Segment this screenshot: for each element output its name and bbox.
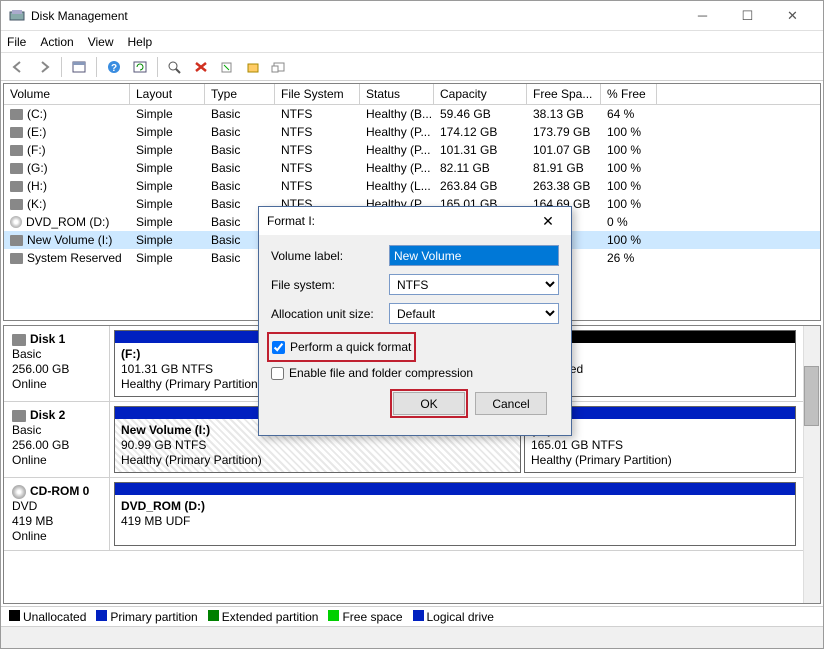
volume-row[interactable]: (F:)SimpleBasicNTFSHealthy (P...101.31 G… — [4, 141, 820, 159]
menubar: File Action View Help — [1, 31, 823, 53]
ok-button[interactable]: OK — [393, 392, 465, 415]
show-hide-button[interactable] — [68, 56, 90, 78]
help-button[interactable]: ? — [103, 56, 125, 78]
statusbar — [1, 626, 823, 648]
column-filesystem[interactable]: File System — [275, 84, 360, 104]
back-button[interactable] — [7, 56, 29, 78]
column-type[interactable]: Type — [205, 84, 275, 104]
menu-action[interactable]: Action — [40, 35, 73, 49]
legend-item: Free space — [328, 610, 402, 624]
dialog-title: Format I: — [267, 214, 533, 228]
highlight-quick-format: Perform a quick format — [267, 332, 416, 362]
menu-help[interactable]: Help — [128, 35, 153, 49]
allocation-unit-label: Allocation unit size: — [271, 307, 389, 321]
explore-button[interactable] — [164, 56, 186, 78]
volume-row[interactable]: (G:)SimpleBasicNTFSHealthy (P...82.11 GB… — [4, 159, 820, 177]
disk-icon — [12, 410, 26, 422]
svg-text:?: ? — [111, 63, 117, 74]
column-pctfree[interactable]: % Free — [601, 84, 657, 104]
dialog-titlebar: Format I: ✕ — [259, 207, 571, 235]
titlebar: Disk Management ─ ☐ ✕ — [1, 1, 823, 31]
tool-button-2[interactable] — [268, 56, 290, 78]
column-capacity[interactable]: Capacity — [434, 84, 527, 104]
volume-row[interactable]: (H:)SimpleBasicNTFSHealthy (L...263.84 G… — [4, 177, 820, 195]
delete-button[interactable] — [190, 56, 212, 78]
compression-label: Enable file and folder compression — [289, 366, 473, 380]
format-dialog: Format I: ✕ Volume label: File system: N… — [258, 206, 572, 436]
hdd-icon — [10, 199, 23, 210]
volume-list-header: Volume Layout Type File System Status Ca… — [4, 84, 820, 105]
cd-icon — [12, 485, 26, 499]
legend: Unallocated Primary partition Extended par… — [1, 606, 823, 626]
dialog-close-button[interactable]: ✕ — [533, 209, 563, 233]
forward-button[interactable] — [33, 56, 55, 78]
volume-row[interactable]: (C:)SimpleBasicNTFSHealthy (B...59.46 GB… — [4, 105, 820, 123]
toolbar: ? — [1, 53, 823, 81]
hdd-icon — [10, 181, 23, 192]
filesystem-select[interactable]: NTFS — [389, 274, 559, 295]
menu-file[interactable]: File — [7, 35, 26, 49]
properties-button[interactable] — [216, 56, 238, 78]
volume-label-label: Volume label: — [271, 249, 389, 263]
maximize-button[interactable]: ☐ — [725, 2, 770, 30]
vertical-scrollbar[interactable] — [803, 326, 820, 603]
menu-view[interactable]: View — [88, 35, 114, 49]
hdd-icon — [10, 253, 23, 264]
tool-button-1[interactable] — [242, 56, 264, 78]
legend-item: Primary partition — [96, 610, 197, 624]
column-freespace[interactable]: Free Spa... — [527, 84, 601, 104]
legend-item: Logical drive — [413, 610, 494, 624]
legend-item: Extended partition — [208, 610, 319, 624]
legend-item: Unallocated — [9, 610, 86, 624]
hdd-icon — [10, 145, 23, 156]
column-volume[interactable]: Volume — [4, 84, 130, 104]
window-title: Disk Management — [31, 9, 680, 23]
hdd-icon — [10, 127, 23, 138]
allocation-unit-select[interactable]: Default — [389, 303, 559, 324]
hdd-icon — [10, 109, 23, 120]
minimize-button[interactable]: ─ — [680, 2, 725, 30]
compression-checkbox[interactable] — [271, 367, 284, 380]
quick-format-checkbox[interactable] — [272, 341, 285, 354]
refresh-button[interactable] — [129, 56, 151, 78]
cancel-button[interactable]: Cancel — [475, 392, 547, 415]
volume-label-input[interactable] — [389, 245, 559, 266]
hdd-icon — [10, 235, 23, 246]
hdd-icon — [10, 163, 23, 174]
quick-format-label: Perform a quick format — [290, 340, 411, 354]
column-layout[interactable]: Layout — [130, 84, 205, 104]
disk-row: CD-ROM 0DVD419 MBOnlineDVD_ROM (D:)419 M… — [4, 478, 803, 551]
partition[interactable]: DVD_ROM (D:)419 MB UDF — [114, 482, 796, 546]
filesystem-label: File system: — [271, 278, 389, 292]
volume-row[interactable]: (E:)SimpleBasicNTFSHealthy (P...174.12 G… — [4, 123, 820, 141]
column-status[interactable]: Status — [360, 84, 434, 104]
cd-icon — [10, 216, 22, 228]
close-button[interactable]: ✕ — [770, 2, 815, 30]
disk-icon — [12, 334, 26, 346]
app-icon — [9, 8, 25, 24]
